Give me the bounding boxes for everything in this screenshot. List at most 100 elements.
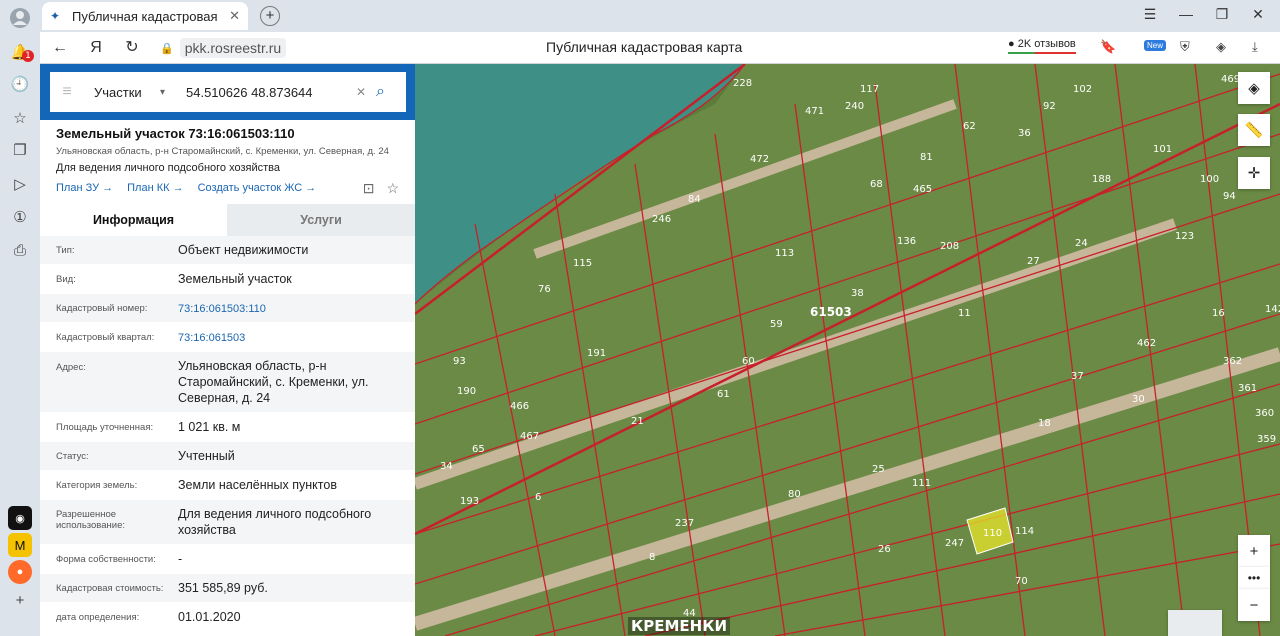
tab-counter-icon[interactable]: ①: [8, 205, 32, 229]
plot-label: 92: [1043, 101, 1056, 112]
plot-label: 38: [851, 288, 864, 299]
protect-icon[interactable]: ⛨: [1180, 39, 1190, 55]
row-label: Кадастровый квартал:: [56, 332, 155, 343]
tab-info[interactable]: Информация: [40, 204, 227, 236]
plan-zu-link[interactable]: План ЗУ →: [56, 182, 113, 194]
new-tab-button[interactable]: +: [260, 6, 280, 26]
chevron-down-icon[interactable]: ▾: [160, 87, 180, 98]
plot-label: 8: [649, 552, 655, 563]
table-row: Форма собственности: -: [40, 545, 415, 574]
close-tab-icon[interactable]: ✕: [229, 8, 240, 24]
plot-label: 36: [1018, 128, 1031, 139]
menu-icon[interactable]: ☰: [1140, 6, 1160, 23]
row-label: Вид:: [56, 274, 76, 285]
reviews-icon: ●: [1008, 38, 1015, 50]
zoom-in-icon[interactable]: +: [1238, 535, 1270, 567]
add-app-icon[interactable]: +: [8, 588, 32, 612]
plot-label: 21: [631, 416, 644, 427]
restore-icon[interactable]: ❐: [1212, 6, 1232, 23]
plot-label: 191: [587, 348, 606, 359]
ruler-icon[interactable]: 📏: [1238, 114, 1270, 146]
minimap-icon[interactable]: [1168, 610, 1222, 636]
plot-label: 84: [688, 194, 701, 205]
table-row: Площадь уточненная: 1 021 кв. м: [40, 413, 415, 442]
menu-burger-icon[interactable]: ≡: [50, 83, 84, 101]
row-value: 01.01.2020: [178, 610, 241, 624]
plot-label: 136: [897, 236, 916, 247]
app-market-icon[interactable]: ●: [8, 560, 32, 584]
clear-search-icon[interactable]: ✕: [356, 85, 376, 99]
url-text[interactable]: pkk.rosreestr.ru: [179, 38, 287, 58]
object-actions: ⊡ ☆: [363, 180, 399, 197]
object-address: Ульяновская область, р-н Старомайнский, …: [56, 146, 389, 157]
map-canvas[interactable]: 110 61503 228 471 240 117 469 102 92 36 …: [415, 64, 1280, 636]
plot-label: 123: [1175, 231, 1194, 242]
row-value: Для ведения личного подсобного хозяйства: [178, 507, 372, 537]
plot-label: 81: [920, 152, 933, 163]
url-field[interactable]: 🔒 pkk.rosreestr.ru: [160, 37, 287, 59]
reviews-rating-bar: [1008, 52, 1076, 54]
plot-label: 246: [652, 214, 671, 225]
notification-badge: 1: [22, 50, 34, 62]
plot-label: 70: [1015, 576, 1028, 587]
bookmark-icon[interactable]: 🔖: [1100, 39, 1116, 55]
row-label: дата определения:: [56, 612, 140, 623]
plot-label: 472: [750, 154, 769, 165]
back-icon[interactable]: ←: [49, 38, 71, 58]
tab-services[interactable]: Услуги: [227, 204, 415, 236]
close-window-icon[interactable]: ✕: [1248, 6, 1268, 23]
more-options-icon[interactable]: •••: [1238, 567, 1270, 589]
selected-parcel-label: 110: [983, 528, 1002, 539]
row-label: Адрес:: [56, 362, 86, 373]
plot-label: 61: [717, 389, 730, 400]
plot-label: 115: [573, 258, 592, 269]
app-kinopoisk-icon[interactable]: M: [8, 533, 32, 557]
plot-label: 26: [878, 544, 891, 555]
plot-label: 188: [1092, 174, 1111, 185]
table-row: Кадастровый номер: 73:16:061503:110: [40, 294, 415, 323]
history-icon[interactable]: 🕘: [8, 72, 32, 96]
plot-label: 113: [775, 248, 794, 259]
cadastral-map[interactable]: 110 61503 228 471 240 117 469 102 92 36 …: [415, 64, 1280, 636]
minimize-icon[interactable]: —: [1176, 6, 1196, 22]
lock-icon: 🔒: [160, 42, 174, 55]
layers-icon[interactable]: ◈: [1238, 72, 1270, 104]
plan-kk-link[interactable]: План КК →: [127, 182, 183, 194]
row-label: Статус:: [56, 451, 89, 462]
plot-label: 190: [457, 386, 476, 397]
download-icon[interactable]: ⤓: [1252, 39, 1258, 55]
video-icon[interactable]: ▷: [8, 172, 32, 196]
search-input[interactable]: 54.510626 48.873644: [186, 85, 356, 100]
reviews-link[interactable]: ● 2K отзывов: [1008, 38, 1076, 54]
plot-label: 37: [1071, 371, 1084, 382]
app-alice-icon[interactable]: ◉: [8, 506, 32, 530]
cadastral-number-link[interactable]: 73:16:061503:110: [178, 301, 415, 322]
row-label: Форма собственности:: [56, 554, 156, 565]
reload-icon[interactable]: ↻: [121, 38, 143, 58]
zoom-to-icon[interactable]: ⊡: [363, 180, 375, 197]
yandex-icon[interactable]: Я: [85, 38, 107, 58]
zoom-out-icon[interactable]: −: [1238, 589, 1270, 621]
collections-icon[interactable]: ❐: [8, 138, 32, 162]
search-category-select[interactable]: Участки: [94, 85, 160, 100]
cadastral-quarter-link[interactable]: 73:16:061503: [178, 330, 415, 351]
plot-label: 65: [472, 444, 485, 455]
tab-title: Публичная кадастровая: [72, 8, 218, 24]
plot-label: 465: [913, 184, 932, 195]
extensions-icon[interactable]: ◈: [1216, 39, 1226, 55]
page-title: Публичная кадастровая карта: [546, 39, 743, 55]
plot-label: 466: [510, 401, 529, 412]
search-icon[interactable]: ⌕: [376, 83, 406, 101]
plot-label: 59: [770, 319, 783, 330]
plot-label: 34: [440, 461, 453, 472]
screenshot-icon[interactable]: ⎙: [8, 238, 32, 262]
favorite-star-icon[interactable]: ☆: [386, 180, 399, 197]
create-plot-link[interactable]: Создать участок ЖС →: [198, 182, 317, 194]
browser-sidebar: 🔔 1 🕘 ☆ ❐ ▷ ① ⎙ ◉ M ● +: [0, 0, 40, 636]
profile-icon[interactable]: [8, 6, 32, 30]
new-badge[interactable]: New: [1144, 40, 1167, 51]
notifications-icon[interactable]: 🔔 1: [8, 40, 34, 64]
bookmarks-icon[interactable]: ☆: [8, 106, 32, 130]
browser-tab[interactable]: ✦ Публичная кадастровая ✕: [42, 2, 248, 30]
locate-icon[interactable]: ✛: [1238, 157, 1270, 189]
